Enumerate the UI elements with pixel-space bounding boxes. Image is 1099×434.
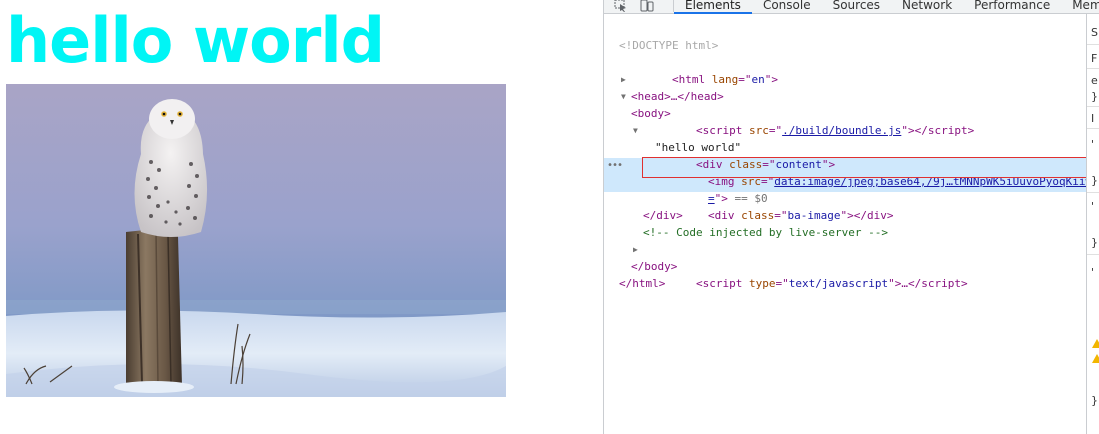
page-viewport: hello world (0, 0, 603, 434)
style-rule-fragment: ' (1091, 266, 1095, 279)
warning-icon[interactable] (1092, 339, 1099, 348)
dom-node-div-close[interactable]: </div> (604, 190, 1086, 222)
tab-performance[interactable]: Performance (963, 0, 1061, 14)
pane-divider (1087, 254, 1099, 255)
dom-node-div-content[interactable]: ▼ <div class="content"> (604, 105, 1086, 171)
style-rule-fragment: } (1091, 236, 1098, 249)
dom-node-script-inline[interactable]: ▶ <script type="text/javascript">…</scri… (604, 224, 1086, 290)
dom-node-head[interactable]: ▶ <head>…</head> (604, 54, 1086, 103)
device-toggle-icon[interactable] (640, 0, 654, 12)
dom-node-text-hello[interactable]: "hello world" (604, 122, 1086, 154)
script-type-value: text/javascript (788, 277, 889, 290)
devtools-panel: Elements Console Sources Network Perform… (603, 0, 1099, 434)
styles-tab[interactable]: S (1091, 26, 1098, 39)
img-src-highlight-box (642, 157, 1086, 178)
dom-node-img-selected[interactable]: <img src="data:image/jpeg;base64,/9j…tMN… (604, 139, 1086, 188)
filter-input[interactable]: F (1091, 52, 1097, 65)
script-tag-name: script (702, 277, 743, 290)
style-rule-fragment: e (1091, 74, 1098, 87)
tab-elements[interactable]: Elements (674, 0, 752, 14)
style-rule-fragment: ' (1091, 200, 1095, 213)
dom-node-body[interactable]: ▼ <body> (604, 71, 1086, 120)
styles-pane: S F e } I ' } ' } ' } (1086, 14, 1099, 434)
tab-memory[interactable]: Memory (1061, 0, 1099, 14)
dom-node-comment[interactable]: <!-- Code injected by live-server --> (604, 207, 1086, 239)
style-rule-fragment: I (1091, 112, 1095, 125)
script-close-tag-name: script (921, 277, 961, 290)
pane-divider (1087, 192, 1099, 193)
tab-sources[interactable]: Sources (822, 0, 891, 14)
tab-network[interactable]: Network (891, 0, 963, 14)
style-rule-fragment: ' (1091, 138, 1095, 151)
script-type-attr: type (748, 277, 776, 290)
dom-node-html[interactable]: <html lang="en"> (604, 37, 1086, 86)
inspect-cursor-icon[interactable] (614, 0, 628, 12)
elements-dom-tree: ••• <!DOCTYPE html> <html lang="en"> ▶ <… (604, 20, 1086, 434)
pane-divider (1087, 106, 1099, 107)
pane-divider (1087, 128, 1099, 129)
pane-divider (1087, 68, 1099, 69)
dom-node-doctype[interactable]: <!DOCTYPE html> (604, 20, 1086, 52)
dom-node-body-close[interactable]: </body> (604, 241, 1086, 273)
style-rule-fragment: } (1091, 174, 1098, 187)
dom-node-script-bundle[interactable]: <script src="./build/boundle.js"></scrip… (604, 88, 1086, 137)
dom-node-html-close[interactable]: </html> (604, 258, 1086, 290)
pane-divider (1087, 44, 1099, 45)
devtools-tab-strip: Elements Console Sources Network Perform… (674, 0, 1099, 14)
tab-console[interactable]: Console (752, 0, 822, 14)
hello-world-heading: hello world (6, 4, 385, 77)
style-rule-fragment: } (1091, 394, 1098, 407)
html-close-tag: </html> (619, 277, 666, 290)
owl-photo (6, 84, 506, 397)
style-rule-fragment: } (1091, 90, 1098, 103)
devtools-toolbar: Elements Console Sources Network Perform… (604, 0, 1099, 14)
warning-icon[interactable] (1092, 354, 1099, 363)
